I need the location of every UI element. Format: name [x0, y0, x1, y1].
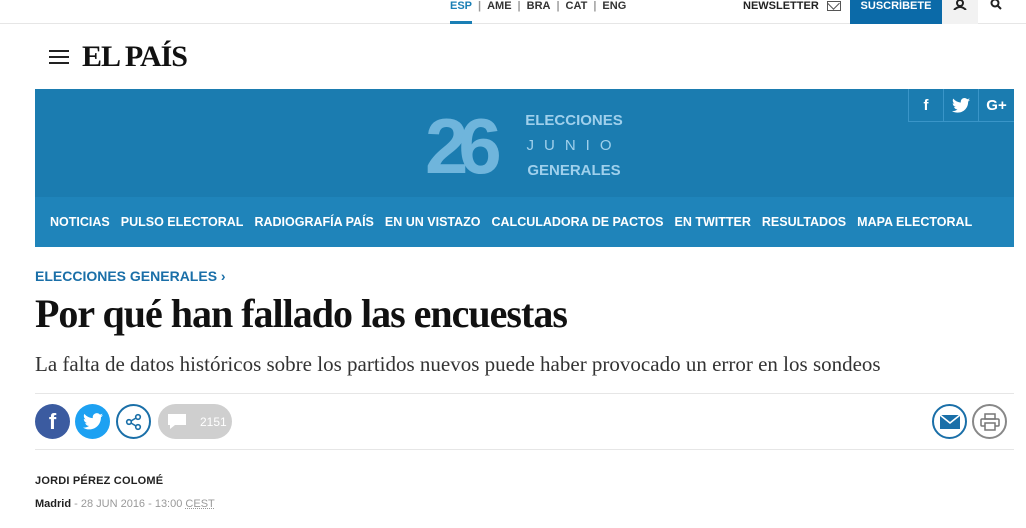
lang-cat[interactable]: CAT	[566, 0, 588, 24]
article-author[interactable]: JORDI PÉREZ COLOMÉ	[35, 475, 163, 487]
banner-google-plus-button[interactable]: G+	[978, 89, 1014, 122]
google-plus-icon: G+	[986, 96, 1007, 114]
article-dateline: Madrid - 28 JUN 2016 - 13:00 CEST	[35, 498, 215, 510]
lang-ame[interactable]: AME	[487, 0, 511, 24]
twitter-icon	[952, 97, 970, 113]
language-selector: ESP | AME | BRA | CAT | ENG	[450, 0, 626, 24]
logo-bar: EL PAÍS	[0, 24, 1026, 89]
banner-line-elecciones: ELECCIONES	[525, 112, 623, 129]
facebook-icon: f	[48, 408, 57, 434]
user-button[interactable]	[942, 0, 978, 24]
nav-item-pulso-electoral[interactable]: PULSO ELECTORAL	[121, 215, 244, 229]
article-headline: Por qué han fallado las encuestas	[35, 291, 568, 336]
comment-icon	[168, 413, 186, 429]
print-button[interactable]	[972, 404, 1007, 439]
facebook-icon: f	[923, 96, 929, 114]
newsletter-link[interactable]: NEWSLETTER	[743, 0, 841, 12]
banner-twitter-button[interactable]	[943, 89, 978, 122]
share-button[interactable]	[116, 404, 151, 439]
nav-item-noticias[interactable]: NOTICIAS	[50, 215, 110, 229]
email-share-button[interactable]	[932, 404, 967, 439]
banner-title: ELECCIONES JUNIO GENERALES	[522, 108, 626, 183]
twitter-icon	[82, 413, 103, 430]
article-subtitle: La falta de datos históricos sobre los p…	[35, 352, 881, 376]
share-twitter-button[interactable]	[75, 404, 110, 439]
section-link[interactable]: ELECCIONES GENERALES ›	[35, 268, 226, 284]
hamburger-menu-icon[interactable]	[49, 50, 69, 64]
lang-separator: |	[517, 0, 521, 12]
lang-esp[interactable]: ESP	[450, 0, 473, 24]
search-icon	[990, 0, 1002, 10]
lang-separator: |	[556, 0, 560, 12]
search-button[interactable]	[978, 0, 1014, 24]
lang-separator: |	[478, 0, 482, 12]
lang-bra[interactable]: BRA	[527, 0, 551, 24]
newsletter-label: NEWSLETTER	[743, 0, 819, 12]
share-facebook-button[interactable]: f	[35, 404, 70, 439]
subscribe-button[interactable]: SUSCRÍBETE	[850, 0, 942, 24]
article-timezone: CEST	[185, 498, 215, 510]
banner-line-generales: GENERALES	[527, 162, 621, 179]
section-label: ELECCIONES GENERALES	[35, 268, 218, 284]
banner-line-junio: JUNIO	[526, 137, 622, 154]
chevron-right-icon: ›	[220, 268, 226, 284]
user-icon	[953, 0, 967, 10]
elections-banner: 26 ELECCIONES JUNIO GENERALES f G+ NOTIC…	[35, 89, 1014, 247]
banner-header[interactable]: 26 ELECCIONES JUNIO GENERALES f G+	[35, 89, 1014, 197]
nav-item-calculadora-de-pactos[interactable]: CALCULADORA DE PACTOS	[492, 215, 664, 229]
share-bar: f 2151	[35, 393, 1014, 450]
print-icon	[979, 412, 1000, 431]
banner-number: 26	[425, 102, 502, 190]
mail-icon	[939, 413, 960, 429]
nav-item-en-twitter[interactable]: EN TWITTER	[675, 215, 751, 229]
nav-item-resultados[interactable]: RESULTADOS	[762, 215, 846, 229]
top-bar: ESP | AME | BRA | CAT | ENG NEWSLETTER S…	[0, 0, 1026, 24]
banner-facebook-button[interactable]: f	[908, 89, 943, 122]
lang-eng[interactable]: ENG	[602, 0, 626, 24]
article-city: Madrid	[35, 498, 72, 510]
nav-item-mapa-electoral[interactable]: MAPA ELECTORAL	[857, 215, 972, 229]
share-icon	[125, 413, 141, 430]
comments-button[interactable]: 2151	[158, 404, 232, 439]
lang-separator: |	[593, 0, 597, 12]
site-logo[interactable]: EL PAÍS	[82, 40, 188, 74]
nav-item-radiografia-pais[interactable]: RADIOGRAFÍA PAÍS	[254, 215, 373, 229]
nav-item-en-un-vistazo[interactable]: EN UN VISTAZO	[385, 215, 481, 229]
mail-icon	[826, 1, 841, 11]
comment-count: 2151	[200, 414, 227, 429]
elections-nav: NOTICIAS PULSO ELECTORAL RADIOGRAFÍA PAÍ…	[35, 197, 1014, 247]
article-date: - 28 JUN 2016 - 13:00	[74, 498, 183, 510]
